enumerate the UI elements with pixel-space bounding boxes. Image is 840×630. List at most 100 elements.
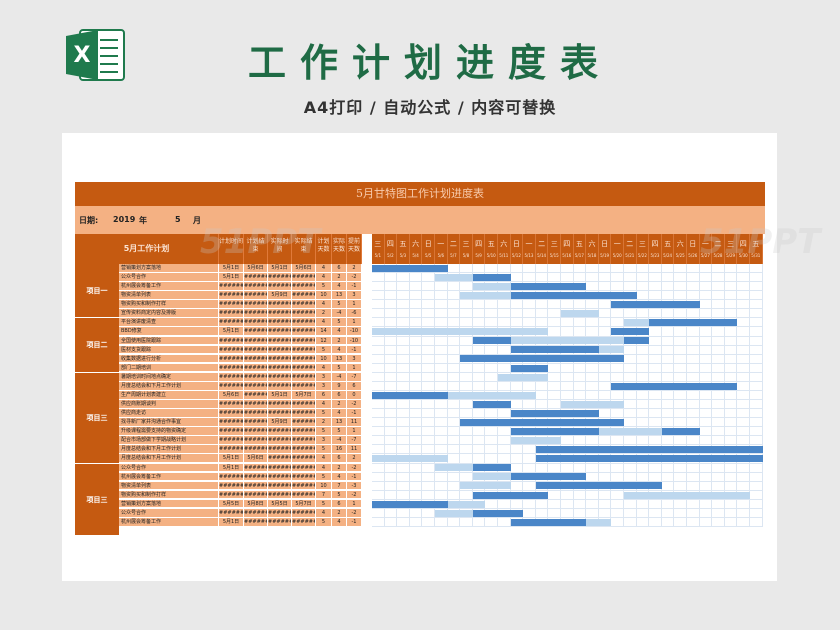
task-cell[interactable]: 5 bbox=[332, 490, 347, 500]
task-cell[interactable]: 5月1日 bbox=[219, 454, 244, 464]
task-cell[interactable]: ###### bbox=[244, 336, 268, 346]
task-cell[interactable]: 2 bbox=[332, 273, 347, 282]
task-cell[interactable]: ###### bbox=[292, 318, 316, 328]
task-cell[interactable]: 4 bbox=[332, 282, 347, 291]
task-cell[interactable]: -4 bbox=[332, 436, 347, 445]
task-cell[interactable]: ###### bbox=[219, 409, 244, 418]
task-cell[interactable]: 5月1日 bbox=[219, 463, 244, 473]
task-cell[interactable]: ###### bbox=[268, 300, 292, 309]
task-cell[interactable]: 5月1日 bbox=[268, 390, 292, 400]
task-name[interactable]: 营销策划方案落地 bbox=[119, 499, 219, 509]
task-name[interactable]: 杭州展会筹备工作 bbox=[119, 517, 219, 527]
task-cell[interactable]: ###### bbox=[292, 472, 316, 482]
task-cell[interactable]: -4 bbox=[332, 309, 347, 319]
task-cell[interactable]: ###### bbox=[268, 472, 292, 482]
task-cell[interactable]: 1 bbox=[347, 300, 362, 309]
task-cell[interactable]: ###### bbox=[219, 282, 244, 291]
task-cell[interactable]: -10 bbox=[347, 327, 362, 337]
task-cell[interactable]: ###### bbox=[268, 490, 292, 500]
task-cell[interactable]: 13 bbox=[332, 418, 347, 427]
task-cell[interactable]: ###### bbox=[244, 436, 268, 445]
task-cell[interactable]: 6 bbox=[332, 454, 347, 464]
task-cell[interactable]: 4 bbox=[316, 318, 332, 328]
task-cell[interactable]: 12 bbox=[316, 336, 332, 346]
task-cell[interactable]: 2 bbox=[332, 400, 347, 409]
task-cell[interactable]: 5月7日 bbox=[292, 499, 316, 509]
task-cell[interactable]: ###### bbox=[219, 508, 244, 518]
task-cell[interactable]: ###### bbox=[292, 327, 316, 337]
task-name[interactable]: 公众号合作 bbox=[119, 273, 219, 282]
task-cell[interactable]: ###### bbox=[268, 318, 292, 328]
task-cell[interactable]: ###### bbox=[268, 363, 292, 373]
task-cell[interactable]: 5 bbox=[316, 427, 332, 436]
task-cell[interactable]: ###### bbox=[292, 291, 316, 300]
task-name[interactable]: 暑期培训时间地点确定 bbox=[119, 372, 219, 382]
task-cell[interactable]: ###### bbox=[292, 282, 316, 291]
task-cell[interactable]: -7 bbox=[347, 372, 362, 382]
task-cell[interactable]: 5 bbox=[316, 472, 332, 482]
task-cell[interactable]: 2 bbox=[332, 463, 347, 473]
task-cell[interactable]: ###### bbox=[219, 318, 244, 328]
task-cell[interactable]: ###### bbox=[268, 372, 292, 382]
task-name[interactable]: 医材支货跟踪 bbox=[119, 345, 219, 355]
task-name[interactable]: 配合市场部做下学期战略计划 bbox=[119, 436, 219, 445]
task-name[interactable]: 全国使用医院跟踪 bbox=[119, 336, 219, 346]
task-name[interactable]: 找寻新厂家并沟通合作事宜 bbox=[119, 418, 219, 427]
task-name[interactable]: 营销策划方案落地 bbox=[119, 264, 219, 273]
task-cell[interactable]: ###### bbox=[268, 282, 292, 291]
task-cell[interactable]: 5 bbox=[316, 445, 332, 455]
task-cell[interactable]: ###### bbox=[219, 336, 244, 346]
task-cell[interactable]: ###### bbox=[292, 481, 316, 491]
task-name[interactable]: 公众号合作 bbox=[119, 508, 219, 518]
task-cell[interactable]: ###### bbox=[292, 409, 316, 418]
task-cell[interactable]: ###### bbox=[292, 363, 316, 373]
task-cell[interactable]: -2 bbox=[347, 463, 362, 473]
task-cell[interactable]: ###### bbox=[268, 454, 292, 464]
task-name[interactable]: 杭州展会筹备工作 bbox=[119, 282, 219, 291]
task-cell[interactable]: ###### bbox=[268, 436, 292, 445]
task-cell[interactable]: 3 bbox=[347, 354, 362, 364]
task-cell[interactable]: ###### bbox=[244, 318, 268, 328]
task-name[interactable]: 供应商走访 bbox=[119, 409, 219, 418]
task-cell[interactable]: 6 bbox=[332, 390, 347, 400]
task-cell[interactable]: 5月1日 bbox=[219, 517, 244, 527]
task-cell[interactable]: -2 bbox=[347, 490, 362, 500]
task-cell[interactable]: 4 bbox=[332, 409, 347, 418]
task-cell[interactable]: ###### bbox=[244, 472, 268, 482]
task-cell[interactable]: ###### bbox=[292, 508, 316, 518]
task-cell[interactable]: -1 bbox=[347, 472, 362, 482]
task-cell[interactable]: 7 bbox=[332, 481, 347, 491]
task-name[interactable]: 升级课程需要支持的物资确定 bbox=[119, 427, 219, 436]
task-cell[interactable]: ###### bbox=[292, 300, 316, 309]
task-cell[interactable]: 6 bbox=[347, 381, 362, 391]
task-cell[interactable]: ###### bbox=[244, 372, 268, 382]
task-cell[interactable]: 5月6日 bbox=[244, 264, 268, 273]
task-name[interactable]: 杭州展会筹备工作 bbox=[119, 472, 219, 482]
task-cell[interactable]: ###### bbox=[219, 345, 244, 355]
task-cell[interactable]: 10 bbox=[316, 481, 332, 491]
task-cell[interactable]: ###### bbox=[268, 427, 292, 436]
task-cell[interactable]: ###### bbox=[292, 454, 316, 464]
task-cell[interactable]: ###### bbox=[292, 490, 316, 500]
task-name[interactable]: BBD修复 bbox=[119, 327, 219, 337]
task-cell[interactable]: -2 bbox=[347, 508, 362, 518]
task-cell[interactable]: 3 bbox=[316, 436, 332, 445]
task-cell[interactable]: ###### bbox=[244, 463, 268, 473]
task-cell[interactable]: 1 bbox=[347, 318, 362, 328]
task-cell[interactable]: ###### bbox=[292, 354, 316, 364]
task-cell[interactable]: 10 bbox=[316, 354, 332, 364]
task-cell[interactable]: ###### bbox=[292, 445, 316, 455]
task-cell[interactable]: 5 bbox=[316, 409, 332, 418]
task-cell[interactable]: 9 bbox=[332, 381, 347, 391]
task-cell[interactable]: ###### bbox=[292, 400, 316, 409]
task-cell[interactable]: 4 bbox=[316, 463, 332, 473]
task-cell[interactable]: 5 bbox=[332, 300, 347, 309]
task-cell[interactable]: ###### bbox=[268, 336, 292, 346]
task-cell[interactable]: 5月1日 bbox=[219, 327, 244, 337]
task-cell[interactable]: -1 bbox=[347, 282, 362, 291]
task-cell[interactable]: 3 bbox=[316, 381, 332, 391]
task-cell[interactable]: ###### bbox=[292, 372, 316, 382]
task-cell[interactable]: ###### bbox=[268, 354, 292, 364]
task-cell[interactable]: 4 bbox=[316, 300, 332, 309]
task-cell[interactable]: ###### bbox=[268, 445, 292, 455]
